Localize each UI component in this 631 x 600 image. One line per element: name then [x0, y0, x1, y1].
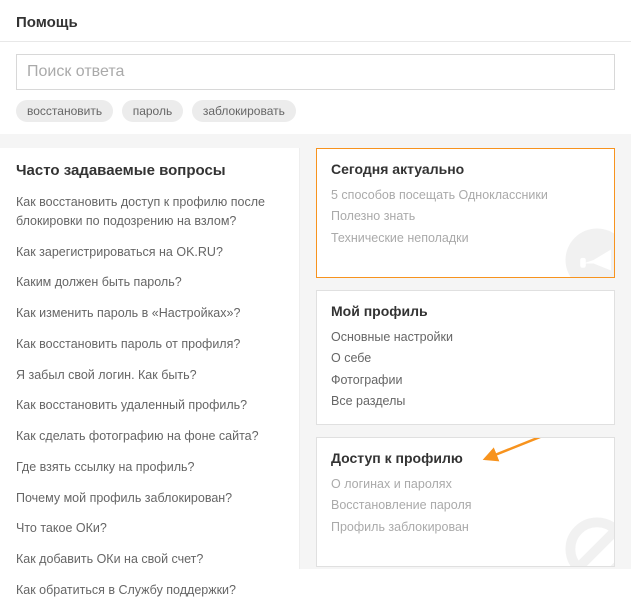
- faq-item[interactable]: Как восстановить удаленный профиль?: [16, 396, 283, 415]
- faq-item[interactable]: Где взять ссылку на профиль?: [16, 458, 283, 477]
- faq-item[interactable]: Почему мой профиль заблокирован?: [16, 489, 283, 508]
- faq-item[interactable]: Как сделать фотографию на фоне сайта?: [16, 427, 283, 446]
- card-link[interactable]: Технические неполадки: [331, 228, 600, 249]
- faq-item[interactable]: Как изменить пароль в «Настройках»?: [16, 304, 283, 323]
- search-section: восстановить пароль заблокировать: [0, 42, 631, 134]
- card-link[interactable]: О логинах и паролях: [331, 474, 600, 495]
- card-today: Сегодня актуально 5 способов посещать Од…: [316, 148, 615, 278]
- faq-title: Часто задаваемые вопросы: [16, 162, 283, 179]
- card-title: Доступ к профилю: [331, 450, 600, 466]
- tag-restore[interactable]: восстановить: [16, 100, 113, 122]
- sidebar-column: Сегодня актуально 5 способов посещать Од…: [314, 148, 631, 569]
- card-link[interactable]: Фотографии: [331, 370, 600, 391]
- faq-item[interactable]: Как обратиться в Службу поддержки?: [16, 581, 283, 600]
- faq-item[interactable]: Как зарегистрироваться на OK.RU?: [16, 243, 283, 262]
- card-link[interactable]: Все разделы: [331, 391, 600, 412]
- faq-item[interactable]: Что такое ОКи?: [16, 519, 283, 538]
- search-input[interactable]: [16, 54, 615, 90]
- page-title: Помощь: [16, 14, 615, 31]
- card-access: Доступ к профилю О логинах и паролях Вос…: [316, 437, 615, 567]
- card-link[interactable]: Основные настройки: [331, 327, 600, 348]
- card-link[interactable]: Полезно знать: [331, 206, 600, 227]
- card-link[interactable]: Восстановление пароля: [331, 495, 600, 516]
- faq-column: Часто задаваемые вопросы Как восстановит…: [0, 148, 300, 569]
- card-title: Сегодня актуально: [331, 161, 600, 177]
- search-tags: восстановить пароль заблокировать: [16, 100, 615, 122]
- page-header: Помощь: [0, 0, 631, 42]
- card-link[interactable]: 5 способов посещать Одноклассники: [331, 185, 600, 206]
- tag-block[interactable]: заблокировать: [192, 100, 296, 122]
- nosign-icon: [562, 514, 615, 567]
- card-profile: Мой профиль Основные настройки О себе Фо…: [316, 290, 615, 425]
- main-content: Часто задаваемые вопросы Как восстановит…: [0, 134, 631, 569]
- faq-item[interactable]: Как восстановить доступ к профилю после …: [16, 193, 283, 231]
- faq-item[interactable]: Как добавить ОКи на свой счет?: [16, 550, 283, 569]
- faq-item[interactable]: Каким должен быть пароль?: [16, 273, 283, 292]
- card-link[interactable]: Профиль заблокирован: [331, 517, 600, 538]
- faq-item[interactable]: Как восстановить пароль от профиля?: [16, 335, 283, 354]
- card-link[interactable]: О себе: [331, 348, 600, 369]
- card-title: Мой профиль: [331, 303, 600, 319]
- faq-item[interactable]: Я забыл свой логин. Как быть?: [16, 366, 283, 385]
- tag-password[interactable]: пароль: [122, 100, 184, 122]
- megaphone-icon: [562, 225, 615, 278]
